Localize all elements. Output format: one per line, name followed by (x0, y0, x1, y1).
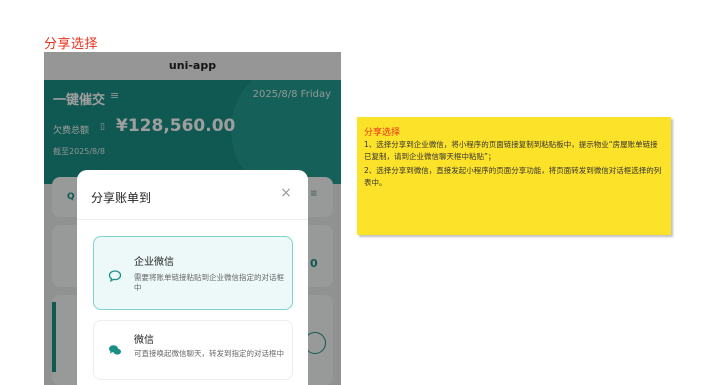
option-description: 可直接唤起微信聊天，转发到指定的对话框中 (134, 349, 284, 358)
share-dialog: 分享账单到 × 企业微信 需要将账单链接粘贴到企业微信指定的对话框中 微信 可直… (77, 170, 308, 385)
option-description: 需要将账单链接粘贴到企业微信指定的对话框中 (134, 273, 284, 292)
annotation-note: 分享选择 1、选择分享到企业微信，将小程序的页面链接复制到粘贴板中，提示物业“房… (357, 117, 671, 235)
note-line: 1、选择分享到企业微信，将小程序的页面链接复制到粘贴板中，提示物业“房屋账单链接… (364, 140, 658, 161)
share-option-wecom[interactable]: 企业微信 需要将账单链接粘贴到企业微信指定的对话框中 (93, 236, 293, 310)
close-icon[interactable]: × (278, 185, 294, 201)
page-heading: 分享选择 (44, 37, 99, 52)
chat-bubble-icon (108, 270, 122, 283)
note-line: 2、选择分享到微信，直接发起小程序的页面分享功能，将页面转发到微信对话框选择的列… (364, 166, 662, 187)
wechat-icon (109, 345, 121, 355)
share-dialog-title: 分享账单到 (91, 191, 152, 205)
phone-screen: uni-app 一键催交 ≡ 2025/8/8 Friday 欠费总额 ▯ ¥1… (44, 52, 341, 385)
option-name: 企业微信 (134, 257, 174, 268)
option-name: 微信 (134, 335, 154, 346)
note-title: 分享选择 (364, 128, 401, 138)
dialog-divider (77, 219, 308, 220)
share-option-wechat[interactable]: 微信 可直接唤起微信聊天，转发到指定的对话框中 (93, 320, 293, 380)
